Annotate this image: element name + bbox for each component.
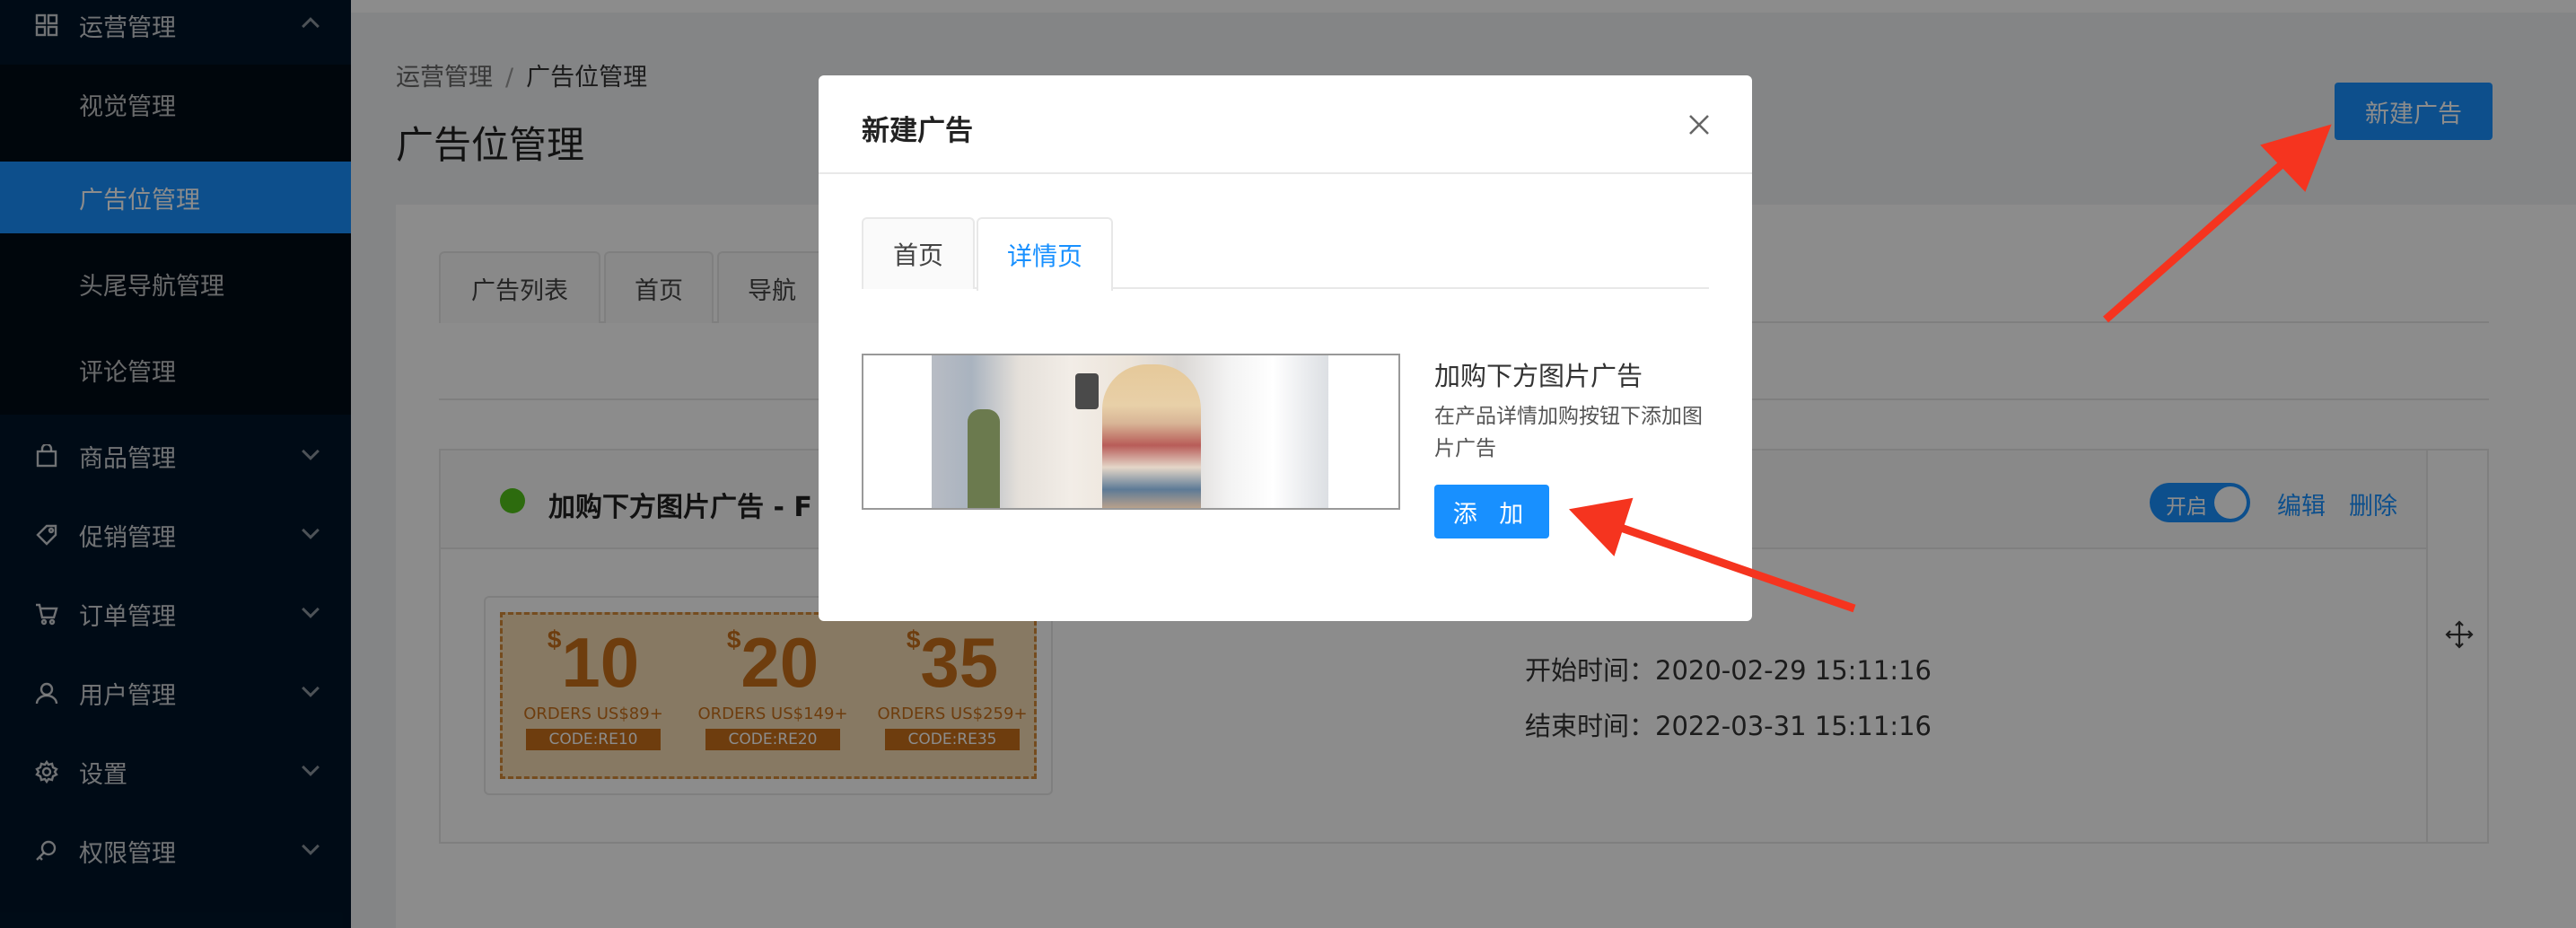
modal-title: 新建广告 — [862, 115, 973, 147]
ad-option-title: 加购下方图片广告 — [1434, 361, 1643, 391]
tab-modal-detail[interactable]: 详情页 — [977, 217, 1113, 291]
photo-person — [1102, 364, 1201, 508]
modal-tabs: 首页 详情页 — [862, 217, 1709, 291]
modal-header: 新建广告 — [819, 75, 1752, 174]
photo-lamp — [1075, 373, 1099, 409]
model-photo — [932, 355, 1328, 508]
photo-cactus — [968, 409, 1000, 508]
new-ad-modal: 新建广告 首页 详情页 加购下方图片广告 在产品详情加购按钮下添加图片广告 添 … — [819, 75, 1752, 621]
add-button[interactable]: 添 加 — [1434, 485, 1549, 538]
tab-modal-home[interactable]: 首页 — [862, 217, 975, 289]
close-icon[interactable] — [1682, 108, 1716, 142]
ad-option-description: 在产品详情加购按钮下添加图片广告 — [1434, 405, 1703, 460]
ad-preview-image — [862, 354, 1400, 510]
app-root: 运营管理 视觉管理 广告位管理 头尾导航管理 评论管理 商品管理 促销管理 订单… — [0, 0, 2576, 928]
